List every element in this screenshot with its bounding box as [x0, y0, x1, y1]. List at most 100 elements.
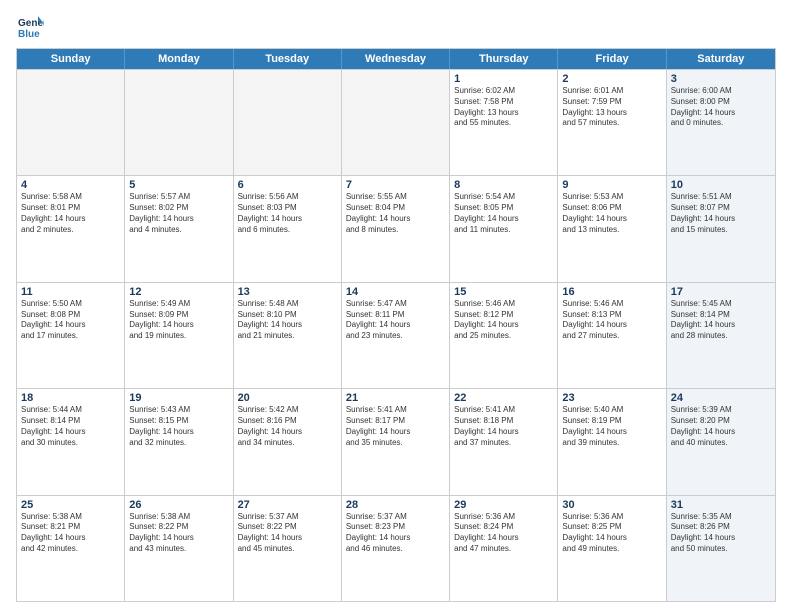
day-info: Sunrise: 5:54 AM Sunset: 8:05 PM Dayligh…: [454, 192, 553, 235]
day-info: Sunrise: 5:38 AM Sunset: 8:22 PM Dayligh…: [129, 512, 228, 555]
calendar-cell-2-5: 16Sunrise: 5:46 AM Sunset: 8:13 PM Dayli…: [558, 283, 666, 388]
day-info: Sunrise: 5:39 AM Sunset: 8:20 PM Dayligh…: [671, 405, 771, 448]
calendar-row-4: 25Sunrise: 5:38 AM Sunset: 8:21 PM Dayli…: [17, 495, 775, 601]
day-number: 27: [238, 499, 337, 511]
day-of-week-monday: Monday: [125, 49, 233, 69]
day-number: 26: [129, 499, 228, 511]
calendar-cell-4-4: 29Sunrise: 5:36 AM Sunset: 8:24 PM Dayli…: [450, 496, 558, 601]
day-info: Sunrise: 5:40 AM Sunset: 8:19 PM Dayligh…: [562, 405, 661, 448]
calendar-cell-1-5: 9Sunrise: 5:53 AM Sunset: 8:06 PM Daylig…: [558, 176, 666, 281]
day-number: 7: [346, 179, 445, 191]
calendar-cell-1-4: 8Sunrise: 5:54 AM Sunset: 8:05 PM Daylig…: [450, 176, 558, 281]
calendar-row-3: 18Sunrise: 5:44 AM Sunset: 8:14 PM Dayli…: [17, 388, 775, 494]
day-number: 19: [129, 392, 228, 404]
calendar-cell-3-0: 18Sunrise: 5:44 AM Sunset: 8:14 PM Dayli…: [17, 389, 125, 494]
day-number: 31: [671, 499, 771, 511]
calendar-cell-2-0: 11Sunrise: 5:50 AM Sunset: 8:08 PM Dayli…: [17, 283, 125, 388]
day-number: 14: [346, 286, 445, 298]
calendar-row-1: 4Sunrise: 5:58 AM Sunset: 8:01 PM Daylig…: [17, 175, 775, 281]
day-number: 20: [238, 392, 337, 404]
day-info: Sunrise: 5:46 AM Sunset: 8:13 PM Dayligh…: [562, 299, 661, 342]
day-number: 18: [21, 392, 120, 404]
calendar-body: 1Sunrise: 6:02 AM Sunset: 7:58 PM Daylig…: [17, 69, 775, 601]
calendar-cell-4-3: 28Sunrise: 5:37 AM Sunset: 8:23 PM Dayli…: [342, 496, 450, 601]
day-number: 3: [671, 73, 771, 85]
page: General Blue SundayMondayTuesdayWednesda…: [0, 0, 792, 612]
calendar-cell-0-4: 1Sunrise: 6:02 AM Sunset: 7:58 PM Daylig…: [450, 70, 558, 175]
calendar-cell-3-5: 23Sunrise: 5:40 AM Sunset: 8:19 PM Dayli…: [558, 389, 666, 494]
svg-text:Blue: Blue: [18, 29, 40, 40]
day-number: 17: [671, 286, 771, 298]
day-number: 1: [454, 73, 553, 85]
logo-area: General Blue: [16, 12, 48, 40]
day-info: Sunrise: 6:01 AM Sunset: 7:59 PM Dayligh…: [562, 86, 661, 129]
day-number: 23: [562, 392, 661, 404]
calendar-cell-2-1: 12Sunrise: 5:49 AM Sunset: 8:09 PM Dayli…: [125, 283, 233, 388]
day-number: 4: [21, 179, 120, 191]
day-info: Sunrise: 5:43 AM Sunset: 8:15 PM Dayligh…: [129, 405, 228, 448]
day-info: Sunrise: 6:02 AM Sunset: 7:58 PM Dayligh…: [454, 86, 553, 129]
day-info: Sunrise: 5:57 AM Sunset: 8:02 PM Dayligh…: [129, 192, 228, 235]
day-number: 21: [346, 392, 445, 404]
calendar-cell-2-6: 17Sunrise: 5:45 AM Sunset: 8:14 PM Dayli…: [667, 283, 775, 388]
day-number: 25: [21, 499, 120, 511]
day-number: 28: [346, 499, 445, 511]
calendar-row-2: 11Sunrise: 5:50 AM Sunset: 8:08 PM Dayli…: [17, 282, 775, 388]
day-info: Sunrise: 5:50 AM Sunset: 8:08 PM Dayligh…: [21, 299, 120, 342]
day-info: Sunrise: 5:36 AM Sunset: 8:24 PM Dayligh…: [454, 512, 553, 555]
day-of-week-tuesday: Tuesday: [234, 49, 342, 69]
calendar-cell-1-3: 7Sunrise: 5:55 AM Sunset: 8:04 PM Daylig…: [342, 176, 450, 281]
day-info: Sunrise: 5:53 AM Sunset: 8:06 PM Dayligh…: [562, 192, 661, 235]
day-info: Sunrise: 5:41 AM Sunset: 8:17 PM Dayligh…: [346, 405, 445, 448]
calendar-cell-0-3: [342, 70, 450, 175]
day-info: Sunrise: 5:42 AM Sunset: 8:16 PM Dayligh…: [238, 405, 337, 448]
calendar-cell-1-2: 6Sunrise: 5:56 AM Sunset: 8:03 PM Daylig…: [234, 176, 342, 281]
calendar-row-0: 1Sunrise: 6:02 AM Sunset: 7:58 PM Daylig…: [17, 69, 775, 175]
day-info: Sunrise: 5:58 AM Sunset: 8:01 PM Dayligh…: [21, 192, 120, 235]
calendar-cell-3-6: 24Sunrise: 5:39 AM Sunset: 8:20 PM Dayli…: [667, 389, 775, 494]
day-of-week-thursday: Thursday: [450, 49, 558, 69]
day-info: Sunrise: 5:35 AM Sunset: 8:26 PM Dayligh…: [671, 512, 771, 555]
day-info: Sunrise: 5:48 AM Sunset: 8:10 PM Dayligh…: [238, 299, 337, 342]
day-of-week-saturday: Saturday: [667, 49, 775, 69]
day-number: 6: [238, 179, 337, 191]
day-info: Sunrise: 6:00 AM Sunset: 8:00 PM Dayligh…: [671, 86, 771, 129]
day-of-week-wednesday: Wednesday: [342, 49, 450, 69]
day-number: 16: [562, 286, 661, 298]
day-info: Sunrise: 5:47 AM Sunset: 8:11 PM Dayligh…: [346, 299, 445, 342]
calendar-cell-3-3: 21Sunrise: 5:41 AM Sunset: 8:17 PM Dayli…: [342, 389, 450, 494]
calendar-cell-0-5: 2Sunrise: 6:01 AM Sunset: 7:59 PM Daylig…: [558, 70, 666, 175]
calendar-cell-4-5: 30Sunrise: 5:36 AM Sunset: 8:25 PM Dayli…: [558, 496, 666, 601]
day-number: 15: [454, 286, 553, 298]
day-info: Sunrise: 5:44 AM Sunset: 8:14 PM Dayligh…: [21, 405, 120, 448]
calendar-cell-3-4: 22Sunrise: 5:41 AM Sunset: 8:18 PM Dayli…: [450, 389, 558, 494]
day-of-week-sunday: Sunday: [17, 49, 125, 69]
calendar-cell-4-0: 25Sunrise: 5:38 AM Sunset: 8:21 PM Dayli…: [17, 496, 125, 601]
day-number: 13: [238, 286, 337, 298]
day-info: Sunrise: 5:45 AM Sunset: 8:14 PM Dayligh…: [671, 299, 771, 342]
calendar-cell-3-2: 20Sunrise: 5:42 AM Sunset: 8:16 PM Dayli…: [234, 389, 342, 494]
day-info: Sunrise: 5:46 AM Sunset: 8:12 PM Dayligh…: [454, 299, 553, 342]
day-number: 9: [562, 179, 661, 191]
day-info: Sunrise: 5:55 AM Sunset: 8:04 PM Dayligh…: [346, 192, 445, 235]
calendar-cell-0-0: [17, 70, 125, 175]
day-info: Sunrise: 5:56 AM Sunset: 8:03 PM Dayligh…: [238, 192, 337, 235]
calendar-cell-3-1: 19Sunrise: 5:43 AM Sunset: 8:15 PM Dayli…: [125, 389, 233, 494]
day-number: 10: [671, 179, 771, 191]
day-of-week-friday: Friday: [558, 49, 666, 69]
calendar-cell-2-3: 14Sunrise: 5:47 AM Sunset: 8:11 PM Dayli…: [342, 283, 450, 388]
calendar-cell-2-2: 13Sunrise: 5:48 AM Sunset: 8:10 PM Dayli…: [234, 283, 342, 388]
calendar-cell-2-4: 15Sunrise: 5:46 AM Sunset: 8:12 PM Dayli…: [450, 283, 558, 388]
calendar-cell-4-2: 27Sunrise: 5:37 AM Sunset: 8:22 PM Dayli…: [234, 496, 342, 601]
day-info: Sunrise: 5:38 AM Sunset: 8:21 PM Dayligh…: [21, 512, 120, 555]
calendar-cell-4-1: 26Sunrise: 5:38 AM Sunset: 8:22 PM Dayli…: [125, 496, 233, 601]
day-number: 22: [454, 392, 553, 404]
day-number: 5: [129, 179, 228, 191]
day-info: Sunrise: 5:49 AM Sunset: 8:09 PM Dayligh…: [129, 299, 228, 342]
calendar-cell-0-2: [234, 70, 342, 175]
calendar-cell-1-0: 4Sunrise: 5:58 AM Sunset: 8:01 PM Daylig…: [17, 176, 125, 281]
day-number: 29: [454, 499, 553, 511]
logo-icon: General Blue: [16, 12, 44, 40]
day-info: Sunrise: 5:41 AM Sunset: 8:18 PM Dayligh…: [454, 405, 553, 448]
calendar-cell-0-6: 3Sunrise: 6:00 AM Sunset: 8:00 PM Daylig…: [667, 70, 775, 175]
